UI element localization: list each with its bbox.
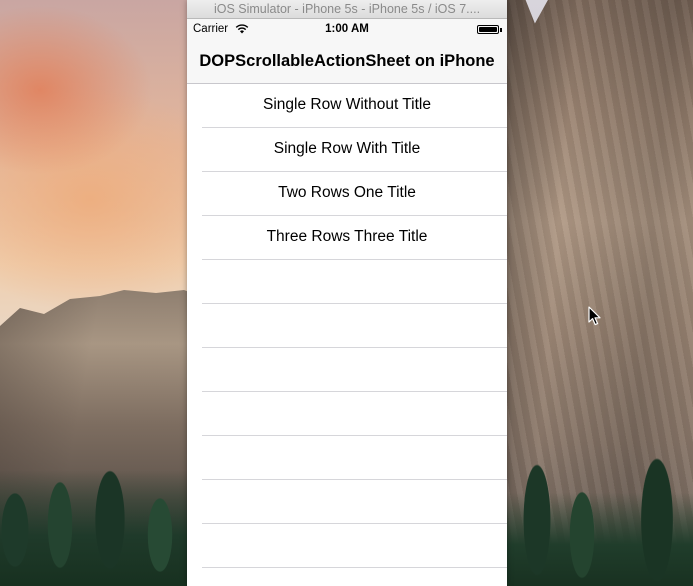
row-label: Three Rows Three Title (266, 228, 428, 245)
mouse-pointer-icon (588, 306, 601, 326)
table-row[interactable]: Single Row Without Title (187, 84, 507, 128)
nav-title: DOPScrollableActionSheet on iPhone (199, 52, 495, 70)
table-row-empty (187, 480, 507, 524)
table-row-empty (187, 392, 507, 436)
battery-full-icon (477, 25, 499, 34)
battery-fill (479, 27, 497, 32)
row-label: Single Row With Title (273, 140, 421, 157)
table-row-empty (187, 524, 507, 568)
table-row[interactable]: Two Rows One Title (187, 172, 507, 216)
row-label: Two Rows One Title (278, 184, 416, 201)
table-row[interactable]: Single Row With Title (187, 128, 507, 172)
battery-tip (500, 28, 502, 32)
navigation-bar: DOPScrollableActionSheet on iPhone (187, 40, 507, 84)
simulator-window-title: iOS Simulator - iPhone 5s - iPhone 5s / … (213, 2, 481, 16)
table-row[interactable]: Three Rows Three Title (187, 216, 507, 260)
table-row-empty (187, 348, 507, 392)
table-view[interactable]: Single Row Without Title Single Row With… (187, 84, 507, 586)
status-time: 1:00 AM (325, 23, 369, 35)
table-row-empty (187, 436, 507, 480)
table-row-empty (187, 260, 507, 304)
table-row-empty (187, 568, 507, 586)
row-label: Single Row Without Title (263, 96, 431, 113)
ios-status-bar: Carrier 1:00 AM (187, 19, 507, 40)
simulator-window: iOS Simulator - iPhone 5s - iPhone 5s / … (187, 0, 507, 586)
simulator-titlebar[interactable]: iOS Simulator - iPhone 5s - iPhone 5s / … (187, 0, 507, 19)
table-row-empty (187, 304, 507, 348)
wallpaper-trees-left (0, 470, 200, 586)
wallpaper-trees-right (507, 440, 693, 586)
